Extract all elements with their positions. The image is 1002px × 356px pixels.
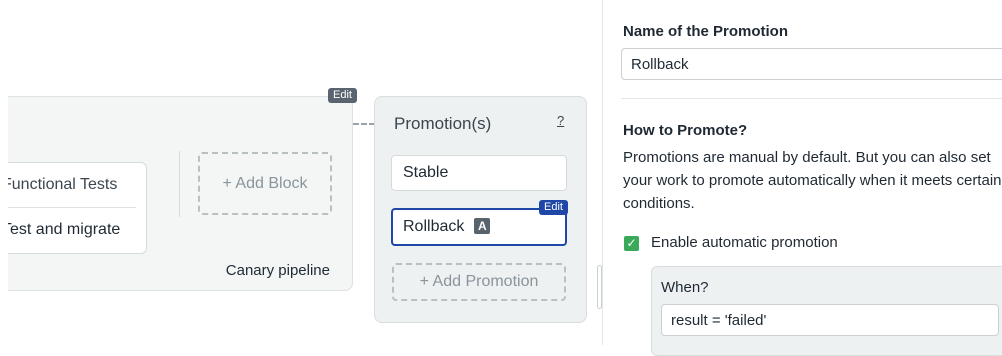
promotion-label: Rollback bbox=[403, 218, 465, 235]
pipeline-edit-button[interactable]: Edit bbox=[328, 88, 357, 103]
add-block-button[interactable]: + Add Block bbox=[198, 152, 332, 215]
promotion-label: Stable bbox=[403, 164, 449, 181]
promotion-edit-button[interactable]: Edit bbox=[539, 200, 568, 215]
auto-promotion-label[interactable]: Enable automatic promotion bbox=[651, 234, 838, 251]
when-label: When? bbox=[661, 279, 709, 296]
block-card[interactable]: Functional Tests Test and migrate bbox=[8, 162, 147, 254]
promotion-settings-panel: Name of the Promotion How to Promote? Pr… bbox=[602, 0, 1002, 356]
promotion-item-stable[interactable]: Stable bbox=[391, 155, 567, 191]
job-label: Test and migrate bbox=[8, 221, 121, 238]
auto-promotion-checkbox[interactable]: ✓ bbox=[624, 236, 639, 251]
promotions-help-link[interactable]: ? bbox=[557, 113, 564, 128]
section-divider bbox=[621, 98, 1002, 99]
promotion-name-label: Name of the Promotion bbox=[623, 23, 789, 40]
auto-promotion-badge: A bbox=[474, 217, 491, 234]
promotion-name-input[interactable] bbox=[621, 48, 1002, 80]
job-item[interactable]: Functional Tests bbox=[8, 163, 146, 207]
how-to-promote-label: How to Promote? bbox=[623, 122, 748, 139]
workflow-canvas: Edit Functional Tests Test and migrate +… bbox=[0, 0, 602, 345]
when-condition-input[interactable] bbox=[661, 304, 999, 336]
job-item[interactable]: Test and migrate bbox=[8, 208, 146, 252]
how-to-promote-description: Promotions are manual by default. But yo… bbox=[623, 149, 1002, 212]
promotions-title: Promotion(s) bbox=[394, 114, 492, 133]
job-label: Functional Tests bbox=[8, 176, 118, 193]
block-separator bbox=[179, 151, 180, 217]
promotion-connector bbox=[353, 123, 375, 125]
add-promotion-button[interactable]: + Add Promotion bbox=[392, 263, 566, 301]
pipeline-name: Canary pipeline bbox=[225, 262, 330, 279]
